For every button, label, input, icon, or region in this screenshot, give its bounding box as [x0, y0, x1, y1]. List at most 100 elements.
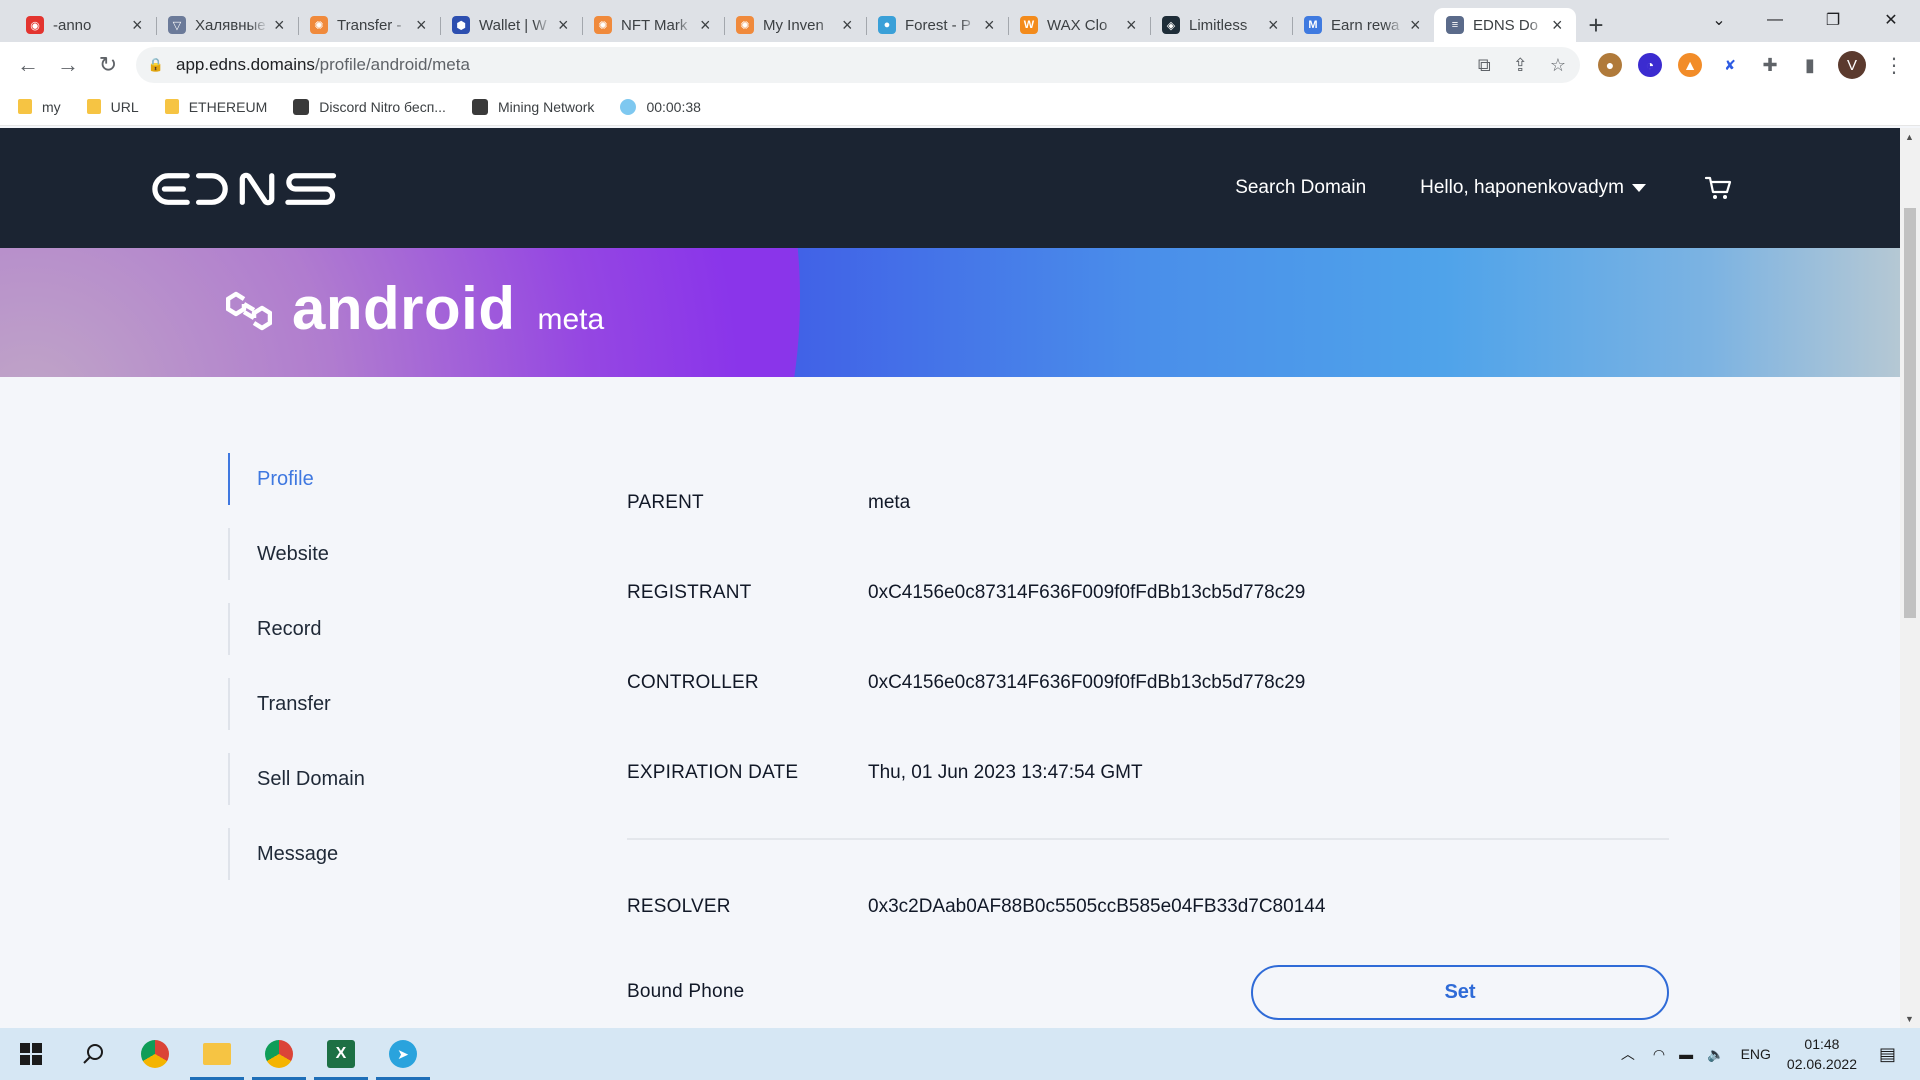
close-tab-icon[interactable]: ×: [1410, 16, 1424, 34]
notifications-icon[interactable]: ▤: [1879, 1044, 1896, 1065]
menu-item-sell-domain[interactable]: Sell Domain: [228, 753, 365, 805]
domain-title: android meta: [226, 274, 604, 343]
search-domain-link[interactable]: Search Domain: [1235, 177, 1366, 199]
close-tab-icon[interactable]: ×: [1552, 16, 1566, 34]
resolver-value: 0x3c2DAab0AF88B0c5505ccB585e04FB33d7C801…: [868, 896, 1326, 917]
parent-value: meta: [868, 492, 911, 513]
address-bar[interactable]: 🔒 app.edns.domains /profile/android/meta…: [136, 47, 1580, 83]
browser-tab[interactable]: ▽ Халявные ×: [156, 8, 298, 42]
scrollbar-thumb[interactable]: [1904, 208, 1916, 618]
detail-row-parent: PARENT meta: [627, 458, 1669, 548]
scroll-down-icon[interactable]: ▼: [1905, 1014, 1914, 1024]
close-tab-icon[interactable]: ×: [842, 16, 856, 34]
windows-start-icon[interactable]: [0, 1028, 62, 1080]
controller-label: CONTROLLER: [627, 672, 759, 693]
close-tab-icon[interactable]: ×: [1126, 16, 1140, 34]
browser-menu-icon[interactable]: ⋮: [1882, 53, 1906, 77]
extensions-puzzle-icon[interactable]: ✚: [1758, 53, 1782, 77]
scroll-up-icon[interactable]: ▲: [1905, 132, 1914, 142]
menu-item-record[interactable]: Record: [228, 603, 365, 655]
file-explorer-icon[interactable]: [186, 1028, 248, 1080]
profile-side-menu: Profile Website Record Transfer Sell Domain M…: [228, 453, 365, 903]
browser-tab[interactable]: ● Forest - P ×: [866, 8, 1008, 42]
bookmark-item[interactable]: ETHEREUM: [164, 99, 267, 115]
page-scrollbar[interactable]: ▲ ▼: [1900, 128, 1920, 1028]
language-indicator[interactable]: ENG: [1741, 1046, 1771, 1062]
browser-tab[interactable]: ◉ -anno ×: [14, 8, 156, 42]
close-tab-icon[interactable]: ×: [984, 16, 998, 34]
parent-label: PARENT: [627, 492, 704, 513]
close-tab-icon[interactable]: ×: [700, 16, 714, 34]
back-icon[interactable]: ←: [8, 45, 48, 85]
user-menu[interactable]: Hello, haponenkovadym: [1420, 177, 1646, 199]
tab-list: ◉ -anno × ▽ Халявные × ✺ Transfer - × ⬢ Wallet | W…: [0, 0, 1576, 42]
volume-icon[interactable]: 🔈: [1707, 1046, 1724, 1063]
tab-strip: ◉ -anno × ▽ Халявные × ✺ Transfer - × ⬢ Wallet | W…: [0, 0, 1920, 42]
browser-tab[interactable]: ✺ Transfer - ×: [298, 8, 440, 42]
close-tab-icon[interactable]: ×: [132, 16, 146, 34]
browser-tab[interactable]: M Earn rewa ×: [1292, 8, 1434, 42]
bookmark-item[interactable]: my: [18, 99, 61, 115]
forward-icon[interactable]: →: [48, 45, 88, 85]
bookmark-item[interactable]: URL: [86, 99, 139, 115]
bookmark-item[interactable]: 00:00:38: [620, 98, 701, 115]
reload-icon[interactable]: ↻: [88, 45, 128, 85]
tab-favicon-icon: M: [1304, 16, 1322, 34]
close-tab-icon[interactable]: ×: [558, 16, 572, 34]
telegram-icon[interactable]: ➤: [372, 1028, 434, 1080]
minimize-icon[interactable]: —: [1746, 0, 1804, 40]
set-phone-button[interactable]: Set: [1251, 964, 1669, 1020]
share-icon[interactable]: ⇪: [1513, 55, 1528, 76]
translate-icon[interactable]: ⧉: [1478, 55, 1491, 76]
tab-search-icon[interactable]: ⌄: [1690, 0, 1748, 40]
tab-title: -anno: [53, 16, 92, 34]
browser-tab[interactable]: ✺ NFT Mark ×: [582, 8, 724, 42]
tab-title: Limitless: [1189, 16, 1248, 34]
battery-icon[interactable]: ▬: [1679, 1046, 1693, 1062]
bookmark-item[interactable]: Mining Network: [471, 98, 595, 115]
bookmarks-bar: my URL ETHEREUM Discord Nitro бесп... Mining…: [0, 88, 1920, 126]
tab-favicon-icon: ⬢: [452, 16, 470, 34]
close-tab-icon[interactable]: ×: [416, 16, 430, 34]
side-panel-icon[interactable]: ▮: [1798, 53, 1822, 77]
chrome-active-icon[interactable]: [248, 1028, 310, 1080]
menu-item-message[interactable]: Message: [228, 828, 365, 880]
cart-icon[interactable]: [1704, 175, 1732, 201]
browser-tab[interactable]: ◈ Limitless ×: [1150, 8, 1292, 42]
show-hidden-icons-icon[interactable]: ︿: [1621, 1044, 1635, 1064]
wallet-extension-icon[interactable]: ◔: [1638, 53, 1662, 77]
browser-tab[interactable]: ≡ EDNS Do ×: [1434, 8, 1576, 42]
bookmark-label: Mining Network: [497, 98, 595, 115]
globe-icon: [620, 98, 637, 115]
detail-row-controller: CONTROLLER 0xC4156e0c87314F636F009f0fFdB…: [627, 638, 1669, 728]
taskbar-clock[interactable]: 01:48 02.06.2022: [1787, 1034, 1857, 1074]
browser-tab[interactable]: ✺ My Inven ×: [724, 8, 866, 42]
detail-row-registrant: REGISTRANT 0xC4156e0c87314F636F009f0fFdB…: [627, 548, 1669, 638]
metamask-icon[interactable]: ▲: [1678, 53, 1702, 77]
chrome-taskbar-icon[interactable]: [124, 1028, 186, 1080]
new-tab-button[interactable]: +: [1576, 8, 1616, 42]
bookmark-star-icon[interactable]: ☆: [1550, 55, 1566, 76]
edns-logo[interactable]: [150, 170, 346, 208]
close-window-icon[interactable]: ✕: [1862, 0, 1920, 40]
profile-avatar[interactable]: V: [1838, 51, 1866, 79]
resolver-label: RESOLVER: [627, 896, 731, 917]
bridge-extension-icon[interactable]: ✘: [1718, 53, 1742, 77]
close-tab-icon[interactable]: ×: [1268, 16, 1282, 34]
menu-item-profile[interactable]: Profile: [228, 453, 365, 505]
close-tab-icon[interactable]: ×: [274, 16, 288, 34]
browser-tab[interactable]: W WAX Clo ×: [1008, 8, 1150, 42]
restore-icon[interactable]: ❐: [1804, 0, 1862, 40]
wifi-icon[interactable]: ◠: [1653, 1046, 1665, 1063]
browser-tab[interactable]: ⬢ Wallet | W ×: [440, 8, 582, 42]
windows-taskbar: X ➤ ︿ ◠ ▬ 🔈 ENG 01:48 02.06.2022 ▤: [0, 1028, 1920, 1080]
tab-title: NFT Mark: [621, 16, 688, 34]
excel-icon[interactable]: X: [310, 1028, 372, 1080]
menu-item-transfer[interactable]: Transfer: [228, 678, 365, 730]
cookie-extension-icon[interactable]: ●: [1598, 53, 1622, 77]
menu-item-website[interactable]: Website: [228, 528, 365, 580]
bookmark-item[interactable]: Discord Nitro бесп...: [293, 98, 446, 115]
search-icon[interactable]: [62, 1028, 124, 1080]
lock-icon[interactable]: 🔒: [136, 57, 176, 73]
registrant-label: REGISTRANT: [627, 582, 752, 603]
